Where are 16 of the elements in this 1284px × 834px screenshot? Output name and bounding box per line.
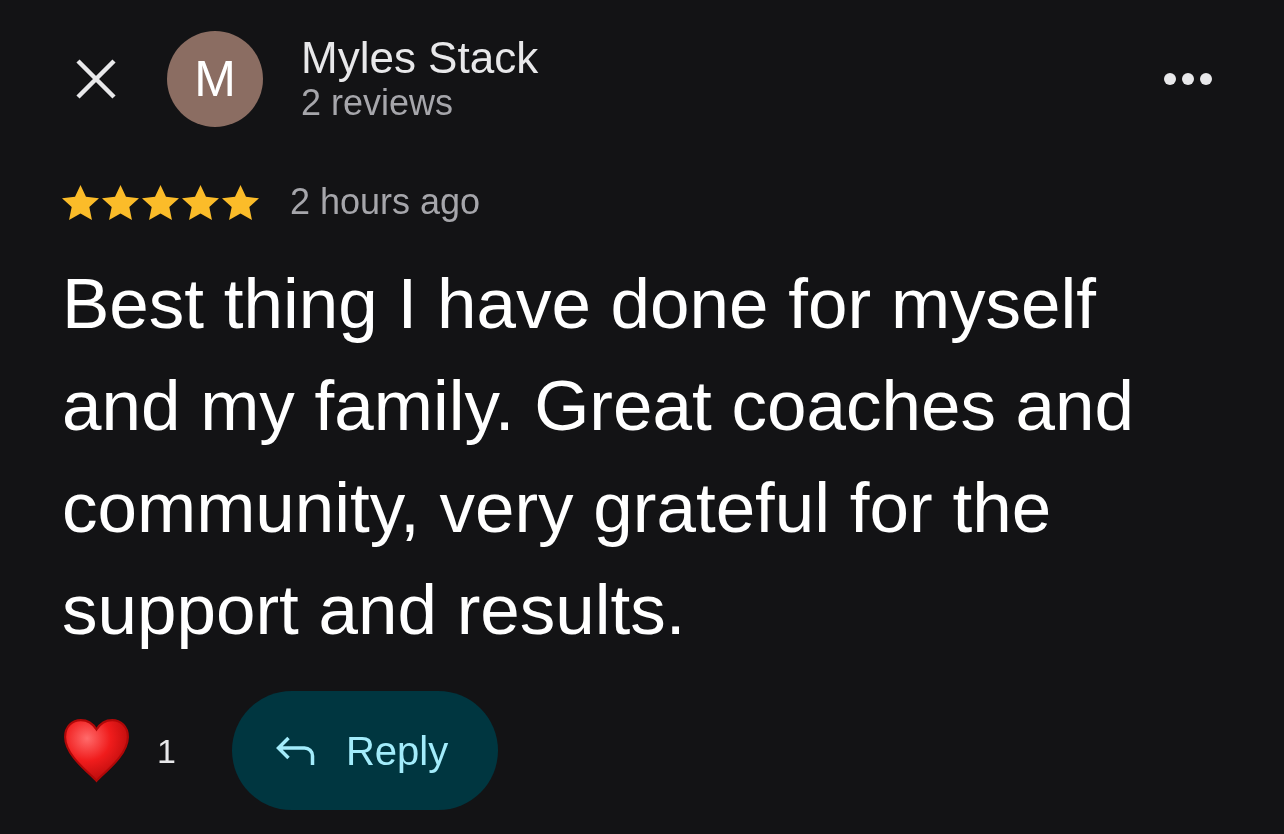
close-icon [75, 58, 117, 100]
review-text: Best thing I have done for myself and my family. Great coaches and community, very grateful for the support and results. [62, 263, 1136, 651]
filled-star-icon [222, 183, 259, 221]
heart-icon[interactable] [63, 718, 130, 783]
reviewer-name: Myles Stack [301, 34, 539, 82]
filled-star-icon [62, 183, 99, 221]
reply-button[interactable]: Reply [231, 691, 499, 810]
more-options-icon [1164, 73, 1212, 85]
filled-star-icon [142, 183, 179, 221]
filled-star-icon [182, 183, 219, 221]
reply-icon [274, 735, 316, 766]
filled-star-icon [102, 183, 139, 221]
like-count: 1 [157, 730, 176, 771]
review-time: 2 hours ago [290, 181, 481, 223]
review-count: 2 reviews [301, 82, 455, 124]
avatar: M [167, 31, 263, 127]
